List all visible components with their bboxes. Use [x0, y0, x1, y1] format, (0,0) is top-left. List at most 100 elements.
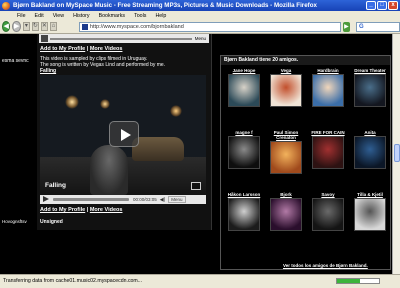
friend-photo[interactable]	[228, 198, 260, 231]
add-to-profile-link[interactable]: Add to My Profile	[40, 46, 85, 52]
video-panel: Menu Add to My Profile | More Videos Thi…	[37, 34, 212, 230]
friend-item[interactable]: Bjork	[266, 192, 306, 231]
menu-history[interactable]: History	[73, 13, 89, 19]
video-title-link[interactable]: Falling	[40, 68, 208, 74]
friend-photo[interactable]	[312, 74, 344, 107]
window-controls: _ □ x	[366, 1, 398, 10]
window-title: Bjørn Bakland on MySpace Music - Free St…	[13, 2, 317, 9]
friend-photo[interactable]	[270, 74, 302, 107]
friend-name-link[interactable]: Tilla & Kjetil	[350, 192, 390, 197]
status-text: Transferring data from cache01.music02.m…	[3, 278, 143, 284]
menu-bookmarks[interactable]: Bookmarks	[99, 13, 126, 19]
more-videos-link[interactable]: More Videos	[90, 46, 123, 52]
back-button[interactable]: ◀	[2, 21, 11, 32]
myspace-favicon-icon	[81, 23, 88, 30]
forward-button[interactable]: ▶	[12, 21, 21, 32]
scrollbar-thumb[interactable]	[394, 144, 400, 162]
friend-name-link[interactable]: Jane Hope	[224, 68, 264, 73]
friend-name-link[interactable]: Paul Simon Crenaton	[266, 130, 306, 140]
friend-name-link[interactable]: magne f	[224, 130, 264, 135]
friend-name-link[interactable]: Anita	[350, 130, 390, 135]
window-titlebar: Bjørn Bakland on MySpace Music - Free St…	[0, 0, 400, 11]
friend-item[interactable]: Jane Hope	[224, 68, 264, 107]
video-player[interactable]: Falling	[40, 75, 206, 195]
person	[90, 145, 128, 195]
menu-help[interactable]: Help	[155, 13, 166, 19]
more-videos-link[interactable]: More Videos	[90, 207, 123, 213]
home-icon[interactable]: ⌂	[49, 22, 57, 31]
friend-photo[interactable]	[228, 136, 260, 169]
left-column: esma sevnc Hovognsftsv	[0, 34, 37, 274]
friend-item[interactable]: Savoy	[308, 192, 348, 231]
dropdown-arrow-icon[interactable]: ▾	[22, 22, 30, 31]
maximize-button[interactable]: □	[377, 1, 387, 10]
friend-photo[interactable]	[228, 74, 260, 107]
friend-item[interactable]: Tilla & Kjetil	[350, 192, 390, 231]
friend-name-link[interactable]: FIRE FOR CAIN	[308, 130, 348, 135]
view-all-friends-link[interactable]: Ver todos los amigos de Bjørn Bakland.	[283, 263, 368, 268]
menu-tools[interactable]: Tools	[134, 13, 146, 19]
friend-item[interactable]: Vega	[266, 68, 306, 107]
friend-name-link[interactable]: Bjork	[266, 192, 306, 197]
friends-box: Bjørn Bakland tiene 20 amigos. Jane Hope…	[220, 55, 391, 270]
address-bar[interactable]	[78, 21, 341, 32]
player-menu-button[interactable]: Menu	[168, 196, 186, 203]
friend-item[interactable]: magne f	[224, 130, 264, 169]
previous-player-controls: Menu	[39, 34, 209, 43]
friend-item[interactable]: FIRE FOR CAIN	[308, 130, 348, 169]
minimize-button[interactable]: _	[366, 1, 376, 10]
label-status: Unsigned	[40, 219, 63, 225]
seek-bar[interactable]	[53, 198, 129, 201]
friend-photo[interactable]	[270, 198, 302, 231]
navigation-toolbar: ◀ ▶ ▾ ↻ ✕ ⌂ ▶ G	[0, 20, 400, 34]
go-button[interactable]: ▶	[342, 21, 351, 32]
menu-edit[interactable]: Edit	[35, 13, 44, 19]
link-separator: |	[86, 207, 89, 213]
menu-view[interactable]: View	[53, 13, 64, 19]
close-button[interactable]: x	[388, 1, 398, 10]
friend-item[interactable]: Dream Theater	[350, 68, 390, 107]
friend-photo[interactable]	[354, 198, 386, 231]
play-icon[interactable]	[41, 35, 48, 42]
play-overlay-icon[interactable]	[109, 121, 139, 147]
friend-photo[interactable]	[312, 136, 344, 169]
streetlight	[170, 105, 182, 117]
friend-photo[interactable]	[354, 74, 386, 107]
url-input[interactable]	[89, 22, 340, 31]
reload-icon[interactable]: ↻	[31, 22, 39, 31]
play-icon[interactable]	[42, 196, 49, 203]
left-text-top: esma sevnc	[2, 58, 29, 64]
friend-item[interactable]: Paul Simon Crenaton	[266, 130, 306, 174]
search-box[interactable]: G	[356, 21, 400, 32]
friend-item[interactable]: Anita	[350, 130, 390, 169]
video-description: This video is sampled by clips filmed in…	[40, 56, 208, 74]
friend-item[interactable]: Hardbrain	[308, 68, 348, 107]
google-icon: G	[359, 23, 364, 30]
friend-photo[interactable]	[270, 141, 302, 174]
friend-name-link[interactable]: Vega	[266, 68, 306, 73]
friend-item[interactable]: Håkon Larsson	[224, 192, 264, 231]
video-links-bottom: Add to My Profile | More Videos	[40, 207, 122, 213]
menu-file[interactable]: File	[17, 13, 26, 19]
friend-name-link[interactable]: Håkon Larsson	[224, 192, 264, 197]
player-menu-button[interactable]: Menu	[195, 36, 206, 41]
add-to-profile-link[interactable]: Add to My Profile	[40, 207, 85, 213]
friend-name-link[interactable]: Dream Theater	[350, 68, 390, 73]
friend-photo[interactable]	[354, 136, 386, 169]
friend-name-link[interactable]: Savoy	[308, 192, 348, 197]
video-caption: Falling	[45, 182, 66, 189]
streetlight	[100, 99, 110, 109]
friends-header: Bjørn Bakland tiene 20 amigos.	[221, 56, 390, 65]
volume-icon[interactable]: ◀)	[160, 197, 166, 203]
vertical-scrollbar[interactable]	[392, 34, 400, 274]
friend-name-link[interactable]: Hardbrain	[308, 68, 348, 73]
fullscreen-icon[interactable]	[191, 182, 201, 190]
progress-fill	[337, 279, 361, 283]
streetlight	[65, 95, 79, 109]
friend-photo[interactable]	[312, 198, 344, 231]
car	[132, 137, 184, 161]
stop-icon[interactable]: ✕	[40, 22, 48, 31]
video-links-top: Add to My Profile | More Videos	[40, 46, 122, 52]
menu-bar: File Edit View History Bookmarks Tools H…	[0, 11, 400, 20]
seek-bar[interactable]	[50, 37, 192, 40]
